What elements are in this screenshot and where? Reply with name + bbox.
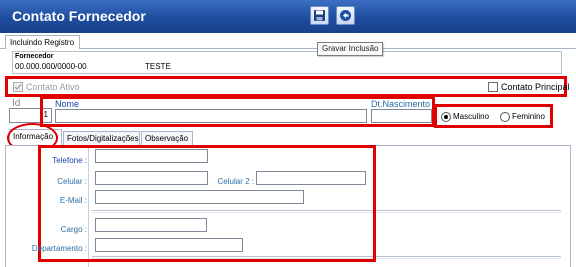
email-label: E-Mail : — [59, 196, 87, 205]
feminino-label: Feminino — [512, 112, 545, 121]
save-button[interactable] — [310, 6, 329, 25]
contato-ativo-checkbox[interactable] — [13, 82, 23, 92]
check-icon — [14, 84, 22, 91]
back-arrow-icon — [340, 10, 351, 21]
back-button[interactable] — [336, 6, 355, 25]
dt-nascimento-label: Dt.Nascimento — [371, 99, 431, 109]
tab-fotos-digitalizacoes[interactable]: Fotos/Digitalizações — [63, 131, 140, 145]
nome-input[interactable] — [55, 109, 367, 123]
email-input[interactable] — [95, 190, 304, 204]
save-tooltip: Gravar Inclusão — [317, 42, 384, 56]
celular-label: Celular : — [57, 177, 87, 186]
celular2-input[interactable] — [256, 171, 366, 185]
departamento-label: Departamento : — [31, 244, 87, 253]
fornecedor-box — [12, 51, 562, 74]
fornecedor-code: 00.000.000/0000-00 — [15, 62, 87, 71]
dt-nascimento-input[interactable] — [371, 109, 432, 123]
feminino-radio[interactable] — [500, 112, 510, 122]
contato-principal-label: Contato Principal — [501, 82, 570, 92]
flags-highlight — [5, 76, 567, 97]
cargo-input[interactable] — [95, 218, 207, 232]
departamento-input[interactable] — [95, 238, 243, 252]
celular2-label: Celular 2 : — [217, 177, 254, 186]
telefone-label: Telefone : — [52, 156, 87, 165]
masculino-label: Masculino — [453, 112, 490, 121]
tab-observacao[interactable]: Observação — [141, 131, 193, 145]
celular-input[interactable] — [95, 171, 208, 185]
contato-principal-checkbox[interactable] — [488, 82, 498, 92]
tab-incluindo-registro[interactable]: Incluindo Registro — [5, 35, 80, 49]
tab-strip-line — [0, 48, 576, 49]
telefone-input[interactable] — [95, 149, 208, 163]
masculino-radio[interactable] — [441, 112, 451, 122]
contato-ativo-label: Contato Ativo — [26, 82, 80, 92]
fornecedor-label: Fornecedor — [15, 53, 54, 60]
cargo-label: Cargo : — [60, 225, 87, 234]
window-title: Contato Fornecedor — [12, 8, 146, 24]
floppy-disk-icon — [314, 10, 325, 21]
fornecedor-name: TESTE — [145, 62, 171, 71]
nome-label: Nome — [55, 99, 80, 109]
